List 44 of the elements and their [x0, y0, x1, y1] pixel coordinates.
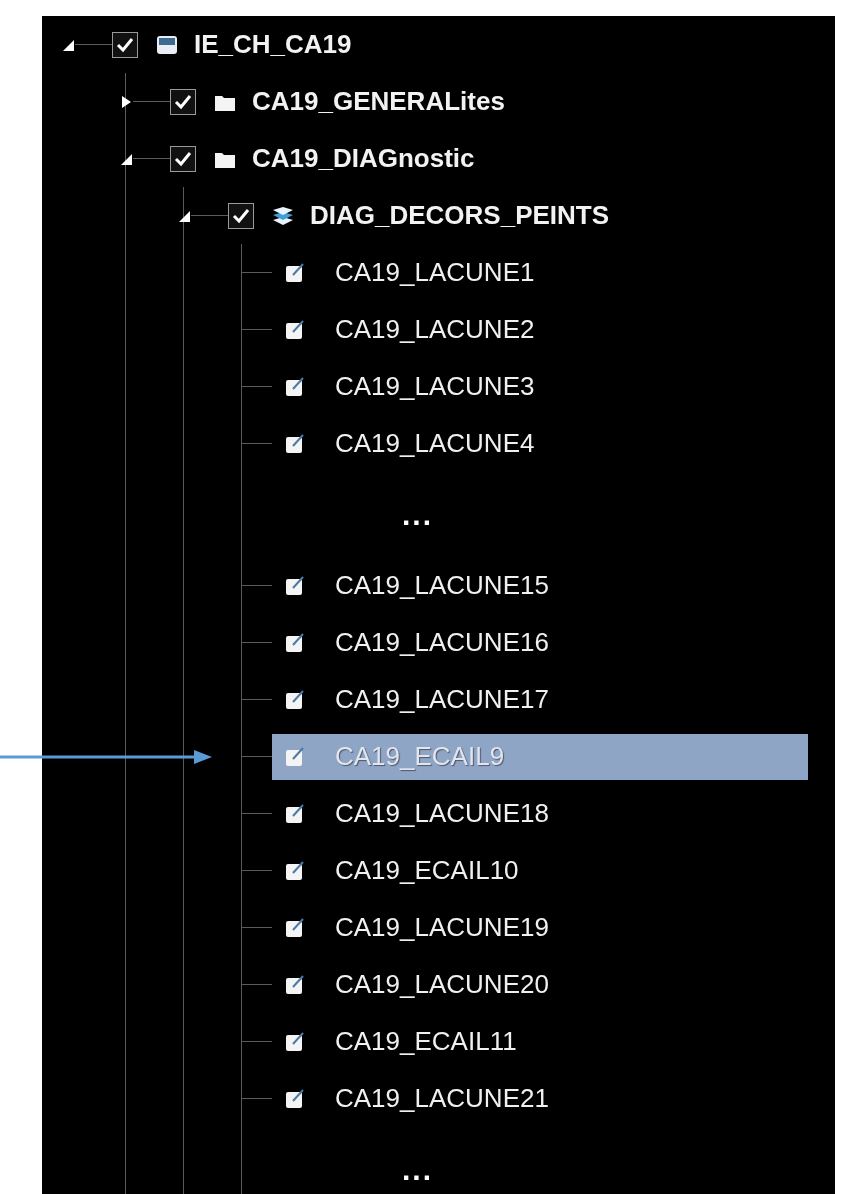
tray-icon	[156, 34, 178, 55]
tree-item[interactable]: CA19_LACUNE2	[272, 306, 808, 353]
tree-item[interactable]: CA19_LACUNE4	[272, 420, 808, 467]
tree-item[interactable]: CA19_LACUNE21	[272, 1075, 808, 1122]
tree-item[interactable]: CA19_LACUNE20	[272, 961, 808, 1008]
checkbox[interactable]	[228, 202, 254, 229]
edit-icon	[285, 376, 305, 397]
edit-icon	[285, 319, 305, 340]
edit-icon	[285, 860, 305, 881]
ellipsis: ...	[402, 1152, 433, 1187]
check-icon	[174, 93, 192, 110]
tree-item[interactable]: CA19_ECAIL10	[272, 847, 808, 894]
check-icon	[174, 150, 192, 167]
tree-item[interactable]: CA19_LACUNE3	[272, 363, 808, 410]
edit-icon	[285, 803, 305, 824]
expand-arrow-icon[interactable]	[119, 94, 133, 109]
edit-icon	[285, 974, 305, 995]
layer-name: CA19_DIAGnostic	[252, 143, 475, 174]
tree-item[interactable]: CA19_LACUNE1	[272, 249, 808, 296]
layers-icon	[272, 205, 294, 226]
tree-item[interactable]: CA19_LACUNE18	[272, 790, 808, 837]
check-icon	[116, 36, 134, 53]
layer-name: DIAG_DECORS_PEINTS	[310, 200, 610, 231]
edit-icon	[285, 632, 305, 653]
ellipsis: ...	[402, 497, 433, 532]
layer-name: CA19_GENERALites	[252, 86, 505, 117]
edit-icon	[285, 1031, 305, 1052]
edit-icon	[285, 433, 305, 454]
edit-icon	[285, 689, 305, 710]
checkbox[interactable]	[170, 145, 196, 172]
edit-icon	[285, 917, 305, 938]
tree-item[interactable]: CA19_LACUNE19	[272, 904, 808, 951]
edit-icon	[285, 575, 305, 596]
check-icon	[232, 207, 250, 224]
tree-item[interactable]: CA19_ECAIL11	[272, 1018, 808, 1065]
tree-item[interactable]: CA19_LACUNE16	[272, 619, 808, 666]
edit-icon	[285, 262, 305, 283]
tree-item[interactable]: CA19_LACUNE15	[272, 562, 808, 609]
layer-name: IE_CH_CA19	[194, 29, 352, 60]
tree-item[interactable]: CA19_LACUNE17	[272, 676, 808, 723]
checkbox[interactable]	[112, 31, 138, 58]
edit-icon	[285, 746, 305, 767]
checkbox[interactable]	[170, 88, 196, 115]
edit-icon	[285, 1088, 305, 1109]
